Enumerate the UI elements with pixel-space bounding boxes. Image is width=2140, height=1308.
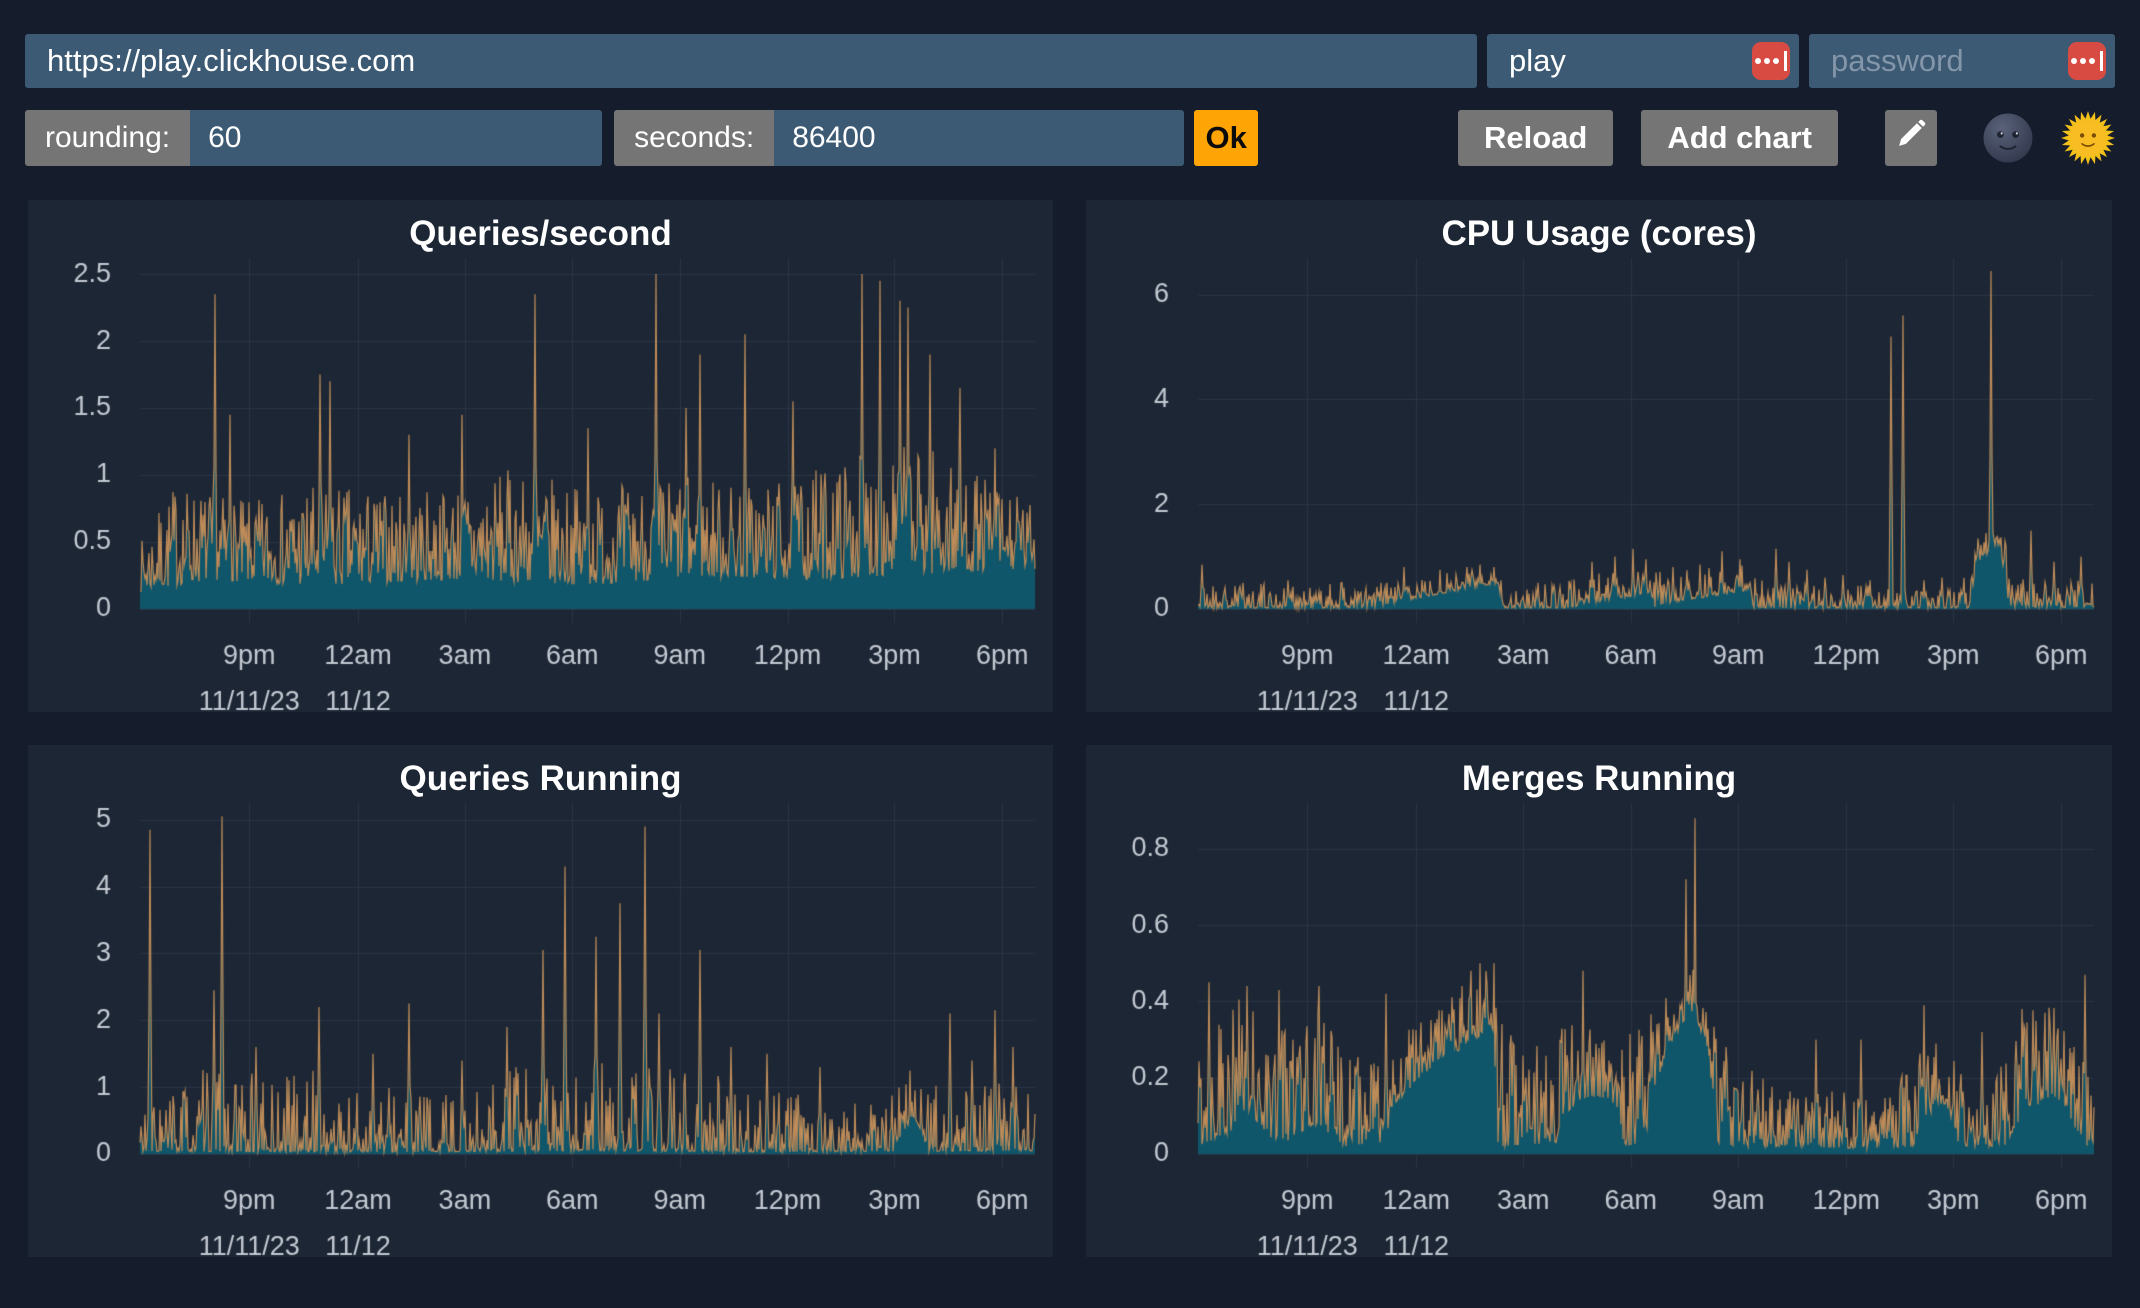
merges-running-chart[interactable] [1086,745,2112,1257]
chart-panel-cpu-usage: CPU Usage (cores) [1086,200,2112,712]
rounding-label: rounding: [25,110,190,166]
user-field-wrap [1487,34,1799,88]
sun-with-face-icon [2061,153,2115,168]
seconds-label: seconds: [614,110,774,166]
theme-light-toggle[interactable] [2061,111,2115,165]
reload-button[interactable]: Reload [1458,110,1613,166]
add-chart-button[interactable]: Add chart [1641,110,1838,166]
seconds-input[interactable] [774,110,1184,166]
chart-panel-queries-per-second: Queries/second [28,200,1053,712]
queries-per-second-chart[interactable] [28,200,1053,712]
charts-grid: Queries/second CPU Usage (cores) Queries… [28,200,2112,1257]
password-field-wrap [1809,34,2115,88]
url-input[interactable] [25,34,1477,88]
url-field-wrap [25,34,1477,88]
ok-button[interactable]: Ok [1194,110,1258,166]
controls-bar: rounding: seconds: Ok Reload Add chart [25,110,2115,166]
pencil-icon [1894,117,1928,159]
cpu-usage-chart[interactable] [1086,200,2112,712]
clickhouse-dashboard-page: { "page": { "bg": "#151c2b", "panel_bg":… [0,34,2140,1308]
queries-running-chart[interactable] [28,745,1053,1257]
edit-button[interactable] [1885,110,1937,166]
rounding-input[interactable] [190,110,602,166]
chart-panel-queries-running: Queries Running [28,745,1053,1257]
new-moon-face-icon [1981,153,2035,168]
connection-bar [25,34,2115,88]
password-autofill-dots-icon[interactable] [2068,42,2106,80]
theme-dark-toggle[interactable] [1981,111,2035,165]
chart-panel-merges-running: Merges Running [1086,745,2112,1257]
password-autofill-dots-icon[interactable] [1752,42,1790,80]
